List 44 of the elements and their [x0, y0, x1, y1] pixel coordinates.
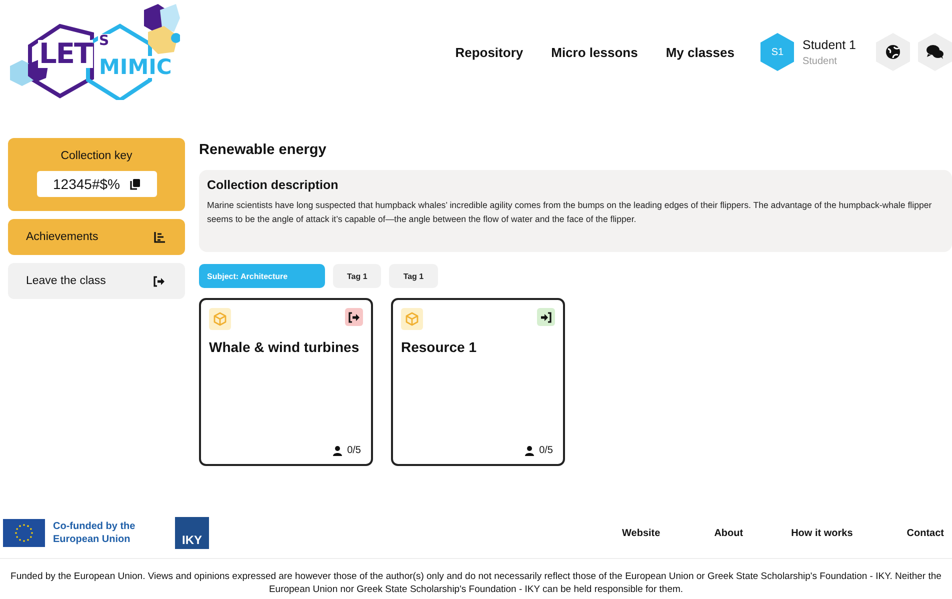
tag-chip[interactable]: Tag 1 [389, 264, 438, 288]
collection-title: Renewable energy [199, 142, 328, 158]
collection-key-field[interactable]: 12345#$% [36, 171, 156, 197]
person-icon [525, 446, 534, 456]
nav-link[interactable]: My classes [666, 44, 734, 60]
resource-card[interactable]: Whale & wind turbines 0/5 [199, 298, 373, 466]
cube-icon [405, 312, 419, 326]
participant-count: 0/5 [347, 445, 361, 456]
sidebar-item[interactable]: Achievements [8, 219, 185, 255]
join-button[interactable] [537, 308, 555, 326]
user-role: Student [802, 56, 838, 66]
collection-key-label: Collection key [60, 150, 132, 162]
resource-card[interactable]: Resource 1 0/5 [391, 298, 565, 466]
leave-button[interactable] [345, 308, 363, 326]
tag-chip[interactable]: Tag 1 [333, 264, 382, 288]
footer-link[interactable]: Contact [906, 528, 944, 538]
copy-icon[interactable] [130, 178, 140, 190]
cube-icon [213, 312, 227, 326]
resource-title: Whale & wind turbines [209, 339, 360, 355]
resource-title: Resource 1 [401, 339, 478, 355]
description-heading: Collection description [207, 178, 340, 192]
sidebar-item[interactable]: Leave the class [8, 263, 185, 299]
person-icon [333, 446, 342, 456]
logo-text: LET [38, 40, 94, 68]
exit-icon [153, 276, 165, 286]
logo-text: MIMIC [98, 56, 173, 78]
bar-chart-icon [154, 232, 165, 242]
description-text: Marine scientists have long suspected that humpback whales’ incredible agility comes from the bumps on the leading edges of their flippers. The advantage of the humpback-whale flipper seems to be the angle of attack it’s capable of—the angle between the flow of water and the face of the flipper. [207, 199, 933, 226]
nav-link[interactable]: Micro lessons [551, 44, 638, 60]
footer-link[interactable]: Website [622, 528, 660, 538]
enter-icon [540, 312, 552, 322]
logo-text: S [98, 34, 110, 48]
user-name: Student 1 [802, 38, 856, 52]
chat-icon [926, 44, 944, 60]
footer-link[interactable]: How it works [791, 528, 853, 538]
disclaimer-text: Funded by the European Union. Views and opinions expressed are however those of the author(s) only and do not necessarily reflect those of the European Union or Greek State Scholarship's Foundation - IKY. Neither the European Union nor Greek State Scholarship's Foundation - IKY can be held responsible for them. [10, 570, 942, 596]
globe-icon [885, 44, 901, 60]
cofunded-text: Co-funded by the European Union [53, 520, 136, 546]
iky-logo: IKY [175, 517, 209, 549]
footer-link[interactable]: About [714, 528, 744, 538]
exit-icon [348, 312, 360, 322]
flag-icon [3, 519, 45, 547]
participant-count: 0/5 [539, 445, 553, 456]
nav-link[interactable]: Repository [455, 44, 524, 60]
